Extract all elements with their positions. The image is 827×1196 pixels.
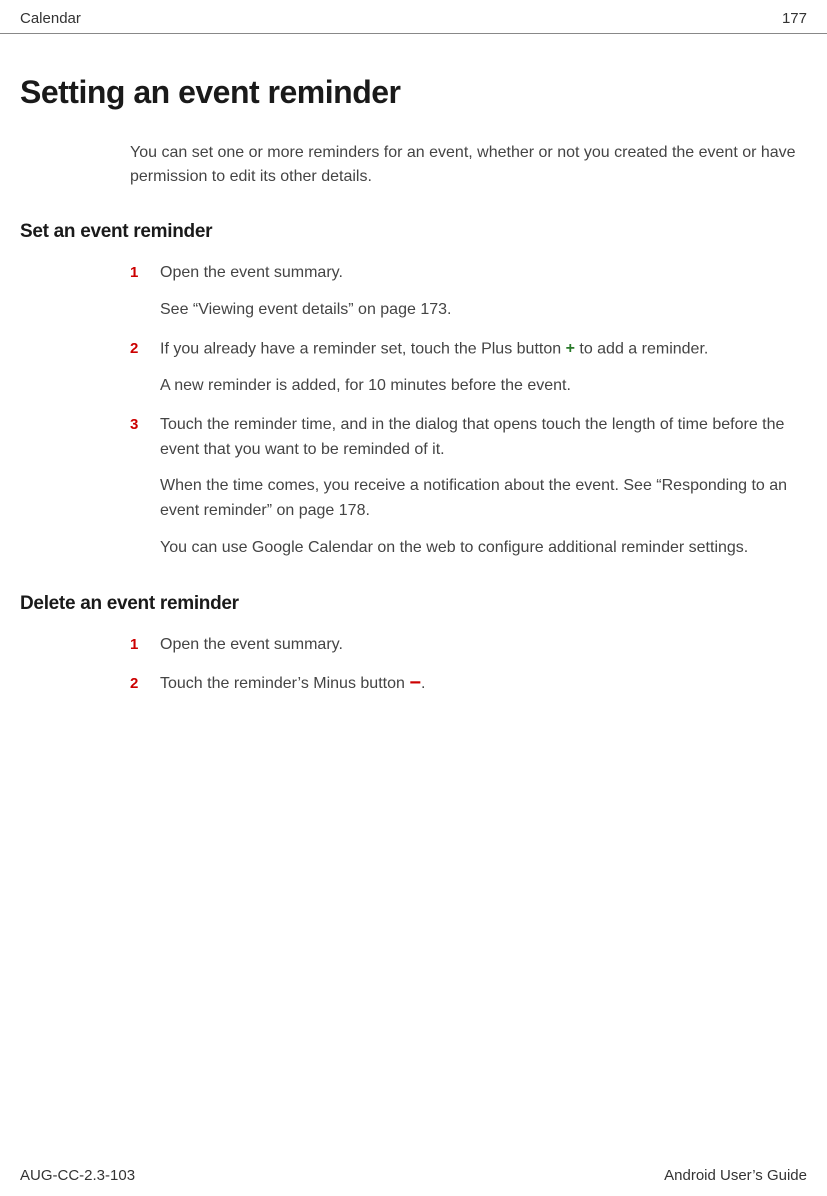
step-number: 1 bbox=[130, 261, 160, 285]
step-item: 1 Open the event summary. See “Viewing e… bbox=[130, 261, 797, 323]
step-text: See “Viewing event details” on page 173. bbox=[160, 298, 797, 323]
page-content: Setting an event reminder You can set on… bbox=[0, 74, 827, 696]
footer-doc-id: AUG-CC-2.3-103 bbox=[20, 1167, 135, 1184]
step-body: If you already have a reminder set, touc… bbox=[160, 337, 797, 399]
intro-paragraph: You can set one or more reminders for an… bbox=[130, 141, 797, 189]
step-text: If you already have a reminder set, touc… bbox=[160, 337, 797, 362]
step-text: Touch the reminder time, and in the dial… bbox=[160, 413, 797, 463]
section-heading-set: Set an event reminder bbox=[20, 221, 807, 243]
header-section: Calendar bbox=[20, 10, 81, 27]
step-text: Open the event summary. bbox=[160, 261, 797, 286]
step-item: 3 Touch the reminder time, and in the di… bbox=[130, 413, 797, 561]
steps-set-reminder: 1 Open the event summary. See “Viewing e… bbox=[130, 261, 797, 561]
step-text: You can use Google Calendar on the web t… bbox=[160, 536, 797, 561]
plus-icon: + bbox=[566, 337, 575, 362]
footer-guide-name: Android User’s Guide bbox=[664, 1167, 807, 1184]
step-number: 1 bbox=[130, 633, 160, 657]
step-body: Touch the reminder time, and in the dial… bbox=[160, 413, 797, 561]
page-header: Calendar 177 bbox=[0, 0, 827, 34]
step-text: Touch the reminder’s Minus button −. bbox=[160, 672, 797, 697]
step-text: Open the event summary. bbox=[160, 633, 797, 658]
step-number: 3 bbox=[130, 413, 160, 437]
step-body: Touch the reminder’s Minus button −. bbox=[160, 672, 797, 697]
step-item: 2 Touch the reminder’s Minus button −. bbox=[130, 672, 797, 697]
step-body: Open the event summary. See “Viewing eve… bbox=[160, 261, 797, 323]
step-text: When the time comes, you receive a notif… bbox=[160, 474, 797, 524]
step-text: A new reminder is added, for 10 minutes … bbox=[160, 374, 797, 399]
steps-delete-reminder: 1 Open the event summary. 2 Touch the re… bbox=[130, 633, 797, 697]
section-heading-delete: Delete an event reminder bbox=[20, 593, 807, 615]
minus-icon: − bbox=[409, 675, 421, 691]
step-item: 1 Open the event summary. bbox=[130, 633, 797, 658]
header-page-number: 177 bbox=[782, 10, 807, 27]
page-title: Setting an event reminder bbox=[20, 74, 807, 111]
step-body: Open the event summary. bbox=[160, 633, 797, 658]
step-number: 2 bbox=[130, 337, 160, 361]
page-footer: AUG-CC-2.3-103 Android User’s Guide bbox=[0, 1167, 827, 1184]
step-number: 2 bbox=[130, 672, 160, 696]
step-item: 2 If you already have a reminder set, to… bbox=[130, 337, 797, 399]
